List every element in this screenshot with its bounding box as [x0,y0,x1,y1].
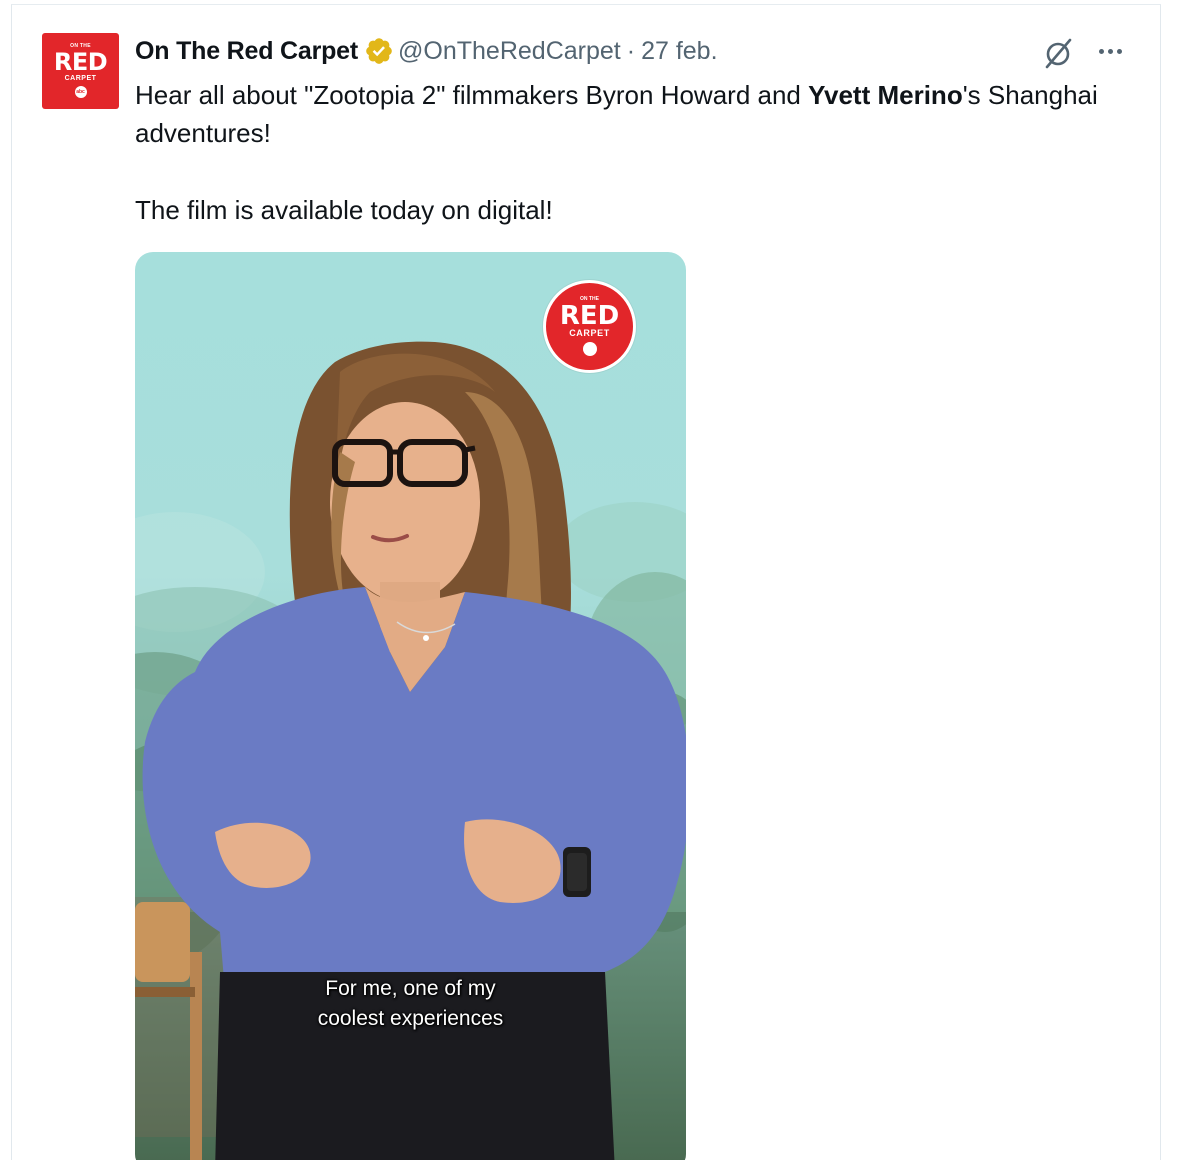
caption-line1: For me, one of my [325,977,496,1000]
video-logo-red: RED [559,301,620,331]
avatar-red-text: RED [53,48,108,76]
grok-icon[interactable] [1042,37,1076,69]
tweet-date[interactable]: 27 feb. [641,37,717,66]
more-dot [1098,48,1104,54]
abc-logo-icon: abc [74,86,87,98]
verified-badge-icon [366,38,392,64]
separator-dot: · [626,36,636,65]
author-avatar[interactable]: ON THE RED CARPET abc [42,33,119,109]
caption-line2: coolest experiences [317,1007,504,1030]
avatar-carpet-text: CARPET [64,75,97,82]
tweet-header: On The Red Carpet @OnTheRedCarpet · 27 f… [135,34,718,68]
more-options-icon[interactable] [1092,36,1128,66]
tweet-text: Hear all about "Zootopia 2" filmmakers B… [135,76,1125,152]
more-dot [1116,48,1122,54]
author-handle[interactable]: @OnTheRedCarpet [398,37,621,66]
tweet-text-part1: Hear all about "Zootopia 2" filmmakers B… [135,80,809,110]
video-logo-carpet: CARPET [569,328,610,338]
abc-logo-icon [582,342,597,356]
video-player[interactable]: ON THE RED CARPET For me, one of my cool… [135,252,686,1160]
more-dot [1107,48,1113,54]
tweet-text-line2: The film is available today on digital! [135,195,553,225]
author-name[interactable]: On The Red Carpet [135,37,358,66]
tweet-text-bold-name[interactable]: Yvett Merino [808,80,963,110]
red-carpet-video-logo: ON THE RED CARPET [543,280,636,373]
video-caption: For me, one of my coolest experiences [135,974,686,1034]
